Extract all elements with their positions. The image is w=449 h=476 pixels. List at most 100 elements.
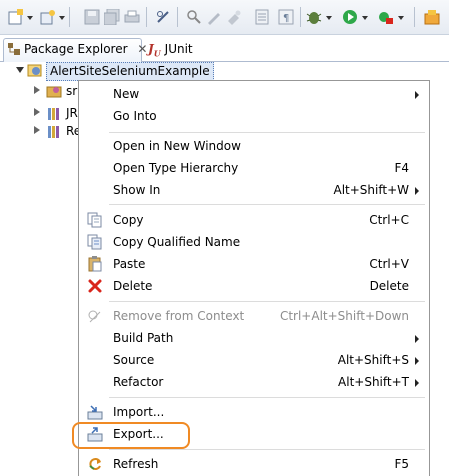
submenu-arrow-icon — [415, 335, 419, 343]
save-all-icon[interactable] — [103, 8, 120, 26]
menu-item-label: Open Type Hierarchy — [113, 161, 239, 175]
tree-item-src[interactable]: sr — [66, 82, 77, 100]
view-tabs: Package Explorer ✕ JU JUnit — [0, 35, 449, 62]
expand-arrow-icon[interactable] — [34, 108, 40, 116]
menu-separator — [109, 301, 425, 302]
source-folder-icon — [46, 83, 62, 99]
perspective-icon[interactable] — [424, 9, 440, 25]
menu-item-label: Copy — [113, 213, 144, 227]
menu-item-label: Open in New Window — [113, 139, 241, 153]
remove-context-icon — [87, 308, 103, 324]
run-icon[interactable] — [342, 9, 358, 25]
export-highlight-ring — [72, 422, 190, 449]
new-wizard-icon[interactable] — [8, 9, 24, 25]
print-icon[interactable] — [124, 9, 140, 25]
menu-item-label: Refresh — [113, 457, 159, 471]
menu-separator — [109, 397, 425, 398]
project-node[interactable]: AlertSiteSeleniumExample — [46, 62, 214, 81]
marker-icon[interactable] — [226, 9, 242, 25]
new-dropdown-icon[interactable] — [27, 16, 33, 20]
menu-item-open-new-window[interactable]: Open in New Window — [79, 135, 429, 157]
menu-item-label: Refactor — [113, 375, 164, 389]
menu-item-shortcut: Ctrl+V — [369, 257, 409, 271]
tab-package-explorer-header[interactable]: Package Explorer ✕ — [8, 39, 147, 59]
copy-qualified-name-icon — [87, 234, 103, 250]
menu-item-label: Build Path — [113, 331, 174, 345]
new-project-dropdown-icon[interactable] — [59, 16, 65, 20]
menu-item-new[interactable]: New — [79, 83, 429, 105]
menu-item-show-in[interactable]: Show In Alt+Shift+W — [79, 179, 429, 201]
expand-arrow-icon[interactable] — [34, 126, 40, 134]
menu-item-copy[interactable]: Copy Ctrl+C — [79, 209, 429, 231]
menu-item-label: Show In — [113, 183, 161, 197]
menu-item-refresh[interactable]: Refresh F5 — [79, 453, 429, 475]
paragraph-icon[interactable]: ¶ — [278, 9, 294, 25]
java-project-icon — [27, 62, 43, 78]
menu-item-label: Remove from Context — [113, 309, 245, 323]
menu-item-go-into[interactable]: Go Into — [79, 105, 429, 127]
tab-package-explorer-label: Package Explorer — [24, 42, 128, 56]
new-project-icon[interactable] — [40, 9, 56, 25]
menu-item-shortcut: Delete — [369, 279, 409, 293]
menu-item-refactor[interactable]: Refactor Alt+Shift+T — [79, 371, 429, 393]
menu-item-shortcut: F4 — [394, 161, 409, 175]
library-icon — [46, 123, 62, 139]
save-icon[interactable] — [84, 9, 100, 25]
menu-item-remove-from-context[interactable]: Remove from Context Ctrl+Alt+Shift+Down — [79, 305, 429, 327]
menu-item-label: Import... — [113, 405, 165, 419]
menu-item-delete[interactable]: Delete Delete — [79, 275, 429, 297]
toolbar-divider — [146, 7, 147, 27]
paste-icon — [87, 256, 103, 272]
menu-item-shortcut: Ctrl+Alt+Shift+Down — [279, 309, 409, 323]
toolbar-divider — [177, 7, 178, 27]
delete-icon — [87, 278, 103, 294]
menu-item-shortcut: Alt+Shift+W — [333, 183, 410, 197]
tree-item-jre[interactable]: JR — [66, 104, 78, 122]
menu-item-shortcut: Ctrl+C — [369, 213, 409, 227]
menu-item-label: Go Into — [113, 109, 157, 123]
tab-junit[interactable]: JU JUnit — [148, 39, 193, 59]
import-icon — [87, 404, 103, 420]
menu-separator — [109, 132, 425, 133]
debug-icon[interactable] — [155, 9, 171, 25]
menu-item-shortcut: Alt+Shift+S — [337, 353, 409, 367]
debug-bug-icon[interactable] — [306, 9, 322, 25]
toolbar-divider — [300, 7, 301, 27]
submenu-arrow-icon — [415, 91, 419, 99]
menu-item-source[interactable]: Source Alt+Shift+S — [79, 349, 429, 371]
main-toolbar: ¶ — [0, 0, 449, 35]
close-icon[interactable]: ✕ — [137, 42, 147, 56]
copy-icon — [87, 212, 103, 228]
menu-separator — [109, 204, 425, 205]
context-menu: New Go Into Open in New Window Open Type… — [78, 80, 430, 476]
submenu-arrow-icon — [415, 379, 419, 387]
submenu-arrow-icon — [415, 357, 419, 365]
debug-dropdown-icon[interactable] — [326, 16, 332, 20]
external-tools-icon[interactable] — [378, 9, 394, 25]
menu-item-label: New — [113, 87, 140, 101]
menu-item-paste[interactable]: Paste Ctrl+V — [79, 253, 429, 275]
menu-item-label: Paste — [113, 257, 146, 271]
library-icon — [46, 105, 62, 121]
expand-arrow-icon[interactable] — [34, 86, 40, 94]
external-tools-dropdown-icon[interactable] — [398, 16, 404, 20]
menu-item-build-path[interactable]: Build Path — [79, 327, 429, 349]
menu-item-import[interactable]: Import... — [79, 401, 429, 423]
menu-item-label: Copy Qualified Name — [113, 235, 241, 249]
menu-item-shortcut: Alt+Shift+T — [338, 375, 409, 389]
tab-junit-label: JUnit — [164, 42, 193, 56]
menu-item-open-type-hierarchy[interactable]: Open Type Hierarchy F4 — [79, 157, 429, 179]
collapse-arrow-icon[interactable] — [16, 67, 24, 73]
pen-icon[interactable] — [206, 9, 222, 25]
menu-item-label: Delete — [113, 279, 153, 293]
search-icon[interactable] — [186, 9, 202, 25]
menu-item-label: Source — [113, 353, 155, 367]
toolbar-divider — [69, 7, 70, 27]
menu-item-shortcut: F5 — [394, 457, 409, 471]
run-dropdown-icon[interactable] — [362, 16, 368, 20]
package-explorer-icon — [8, 41, 20, 55]
menu-item-copy-qualified-name[interactable]: Copy Qualified Name — [79, 231, 429, 253]
junit-icon: JU — [148, 42, 161, 59]
document-icon[interactable] — [254, 9, 270, 25]
toolbar-divider — [414, 7, 415, 27]
